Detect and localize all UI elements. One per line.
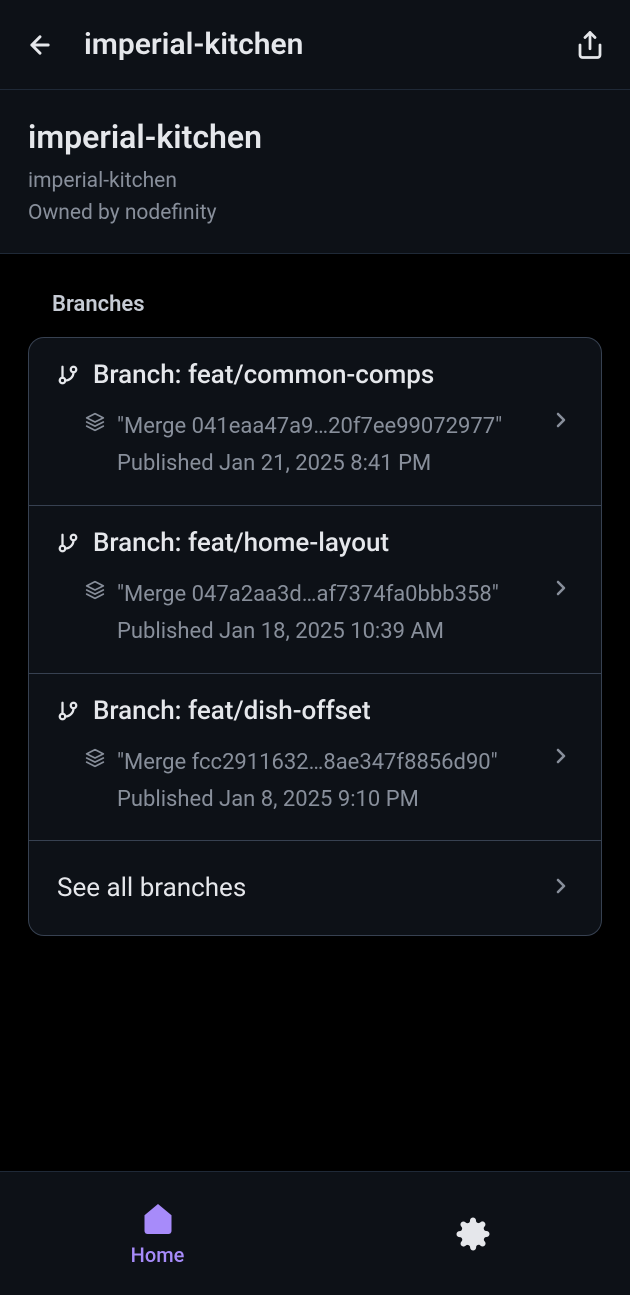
nav-settings[interactable]	[315, 1172, 630, 1295]
branch-name: Branch: feat/dish-offset	[93, 696, 371, 726]
repo-owner: Owned by nodefinity	[28, 198, 602, 230]
branch-list: Branch: feat/common-comps "Merge 041eaa4…	[28, 337, 602, 936]
repo-info: imperial-kitchen imperial-kitchen Owned …	[0, 90, 630, 254]
branches-section-label: Branches	[52, 292, 602, 317]
branch-merge-message: "Merge fcc2911632…8ae347f8856d90"	[117, 744, 498, 781]
git-branch-icon	[57, 364, 79, 386]
branch-merge-message: "Merge 041eaa47a9…20f7ee99072977"	[117, 408, 502, 445]
layers-icon	[85, 580, 105, 600]
see-all-branches[interactable]: See all branches	[29, 841, 601, 935]
gear-icon	[455, 1216, 491, 1252]
branch-published-date: Published Jan 21, 2025 8:41 PM	[117, 445, 502, 482]
git-branch-icon	[57, 700, 79, 722]
see-all-label: See all branches	[57, 873, 246, 903]
layers-icon	[85, 412, 105, 432]
share-icon[interactable]	[574, 29, 606, 61]
repo-subtitle: imperial-kitchen	[28, 166, 602, 198]
chevron-right-icon	[549, 408, 573, 432]
header-title: imperial-kitchen	[84, 27, 574, 62]
branch-item[interactable]: Branch: feat/common-comps "Merge 041eaa4…	[29, 338, 601, 506]
header: imperial-kitchen	[0, 0, 630, 90]
back-icon[interactable]	[24, 29, 56, 61]
bottom-nav: Home	[0, 1171, 630, 1295]
branch-name: Branch: feat/home-layout	[93, 528, 389, 558]
content-area: Branches Branch: feat/common-comps	[0, 254, 630, 956]
branch-item[interactable]: Branch: feat/dish-offset "Merge fcc29116…	[29, 674, 601, 842]
branch-item[interactable]: Branch: feat/home-layout "Merge 047a2aa3…	[29, 506, 601, 674]
chevron-right-icon	[549, 744, 573, 768]
home-icon	[140, 1201, 176, 1237]
git-branch-icon	[57, 532, 79, 554]
nav-home-label: Home	[131, 1243, 185, 1267]
layers-icon	[85, 748, 105, 768]
branch-merge-message: "Merge 047a2aa3d…af7374fa0bbb358"	[117, 576, 499, 613]
chevron-right-icon	[549, 576, 573, 600]
repo-title: imperial-kitchen	[28, 118, 602, 156]
branch-published-date: Published Jan 18, 2025 10:39 AM	[117, 613, 499, 650]
nav-home[interactable]: Home	[0, 1172, 315, 1295]
branch-name: Branch: feat/common-comps	[93, 360, 434, 390]
chevron-right-icon	[549, 874, 573, 902]
branch-published-date: Published Jan 8, 2025 9:10 PM	[117, 781, 498, 818]
